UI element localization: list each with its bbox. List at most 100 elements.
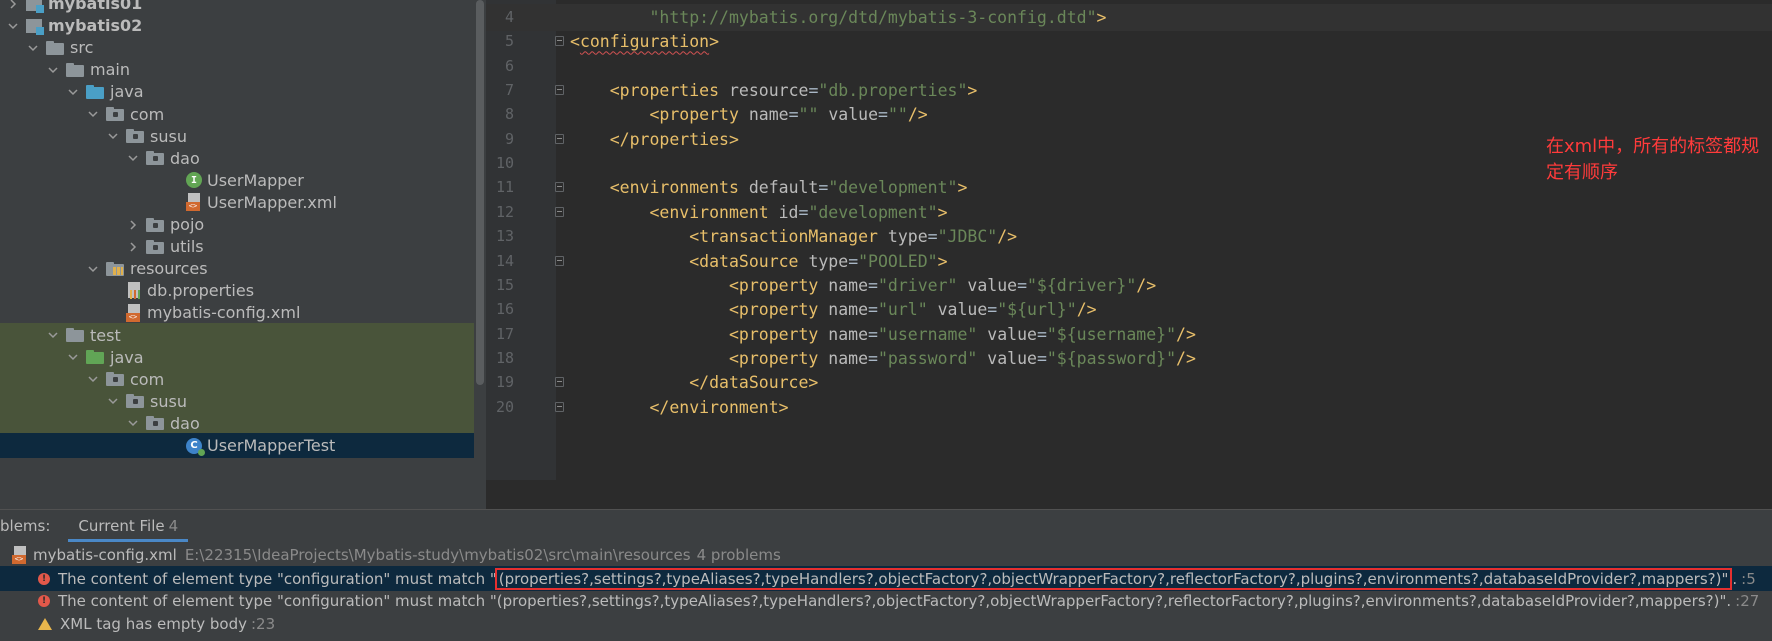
problem-location: :23 (250, 614, 276, 633)
code-token-tag: </properties> (609, 129, 739, 149)
chevron-down-icon[interactable] (46, 63, 60, 77)
folder-icon (66, 328, 84, 342)
line-number: 5 (504, 32, 514, 51)
code-line[interactable]: 15 <property name="driver" value="${driv… (486, 272, 1772, 299)
module-icon (26, 18, 44, 35)
code-token-val: "password" (877, 348, 988, 368)
code-line[interactable]: 4 "http://mybatis.org/dtd/mybatis-3-conf… (486, 4, 1772, 31)
code-token-attr: value (987, 324, 1037, 344)
code-line[interactable]: 20 </environment> (486, 394, 1772, 421)
code-text: <property name="username" value="${usern… (570, 321, 1196, 348)
code-token-val: "${username}" (1046, 324, 1177, 344)
code-text: <environment id="development"> (570, 199, 947, 226)
code-token-attr: value (987, 348, 1037, 368)
source-folder-icon (86, 84, 104, 99)
tab-current-file[interactable]: Current File 4 (68, 510, 188, 542)
code-token-plain: = (868, 348, 878, 368)
code-line[interactable]: 10 (486, 150, 1772, 177)
code-token-tag: /> (1176, 324, 1196, 344)
code-text: </dataSource> (570, 369, 818, 396)
problem-row[interactable]: XML tag has empty body:23 (0, 611, 1772, 636)
problem-message-suffix: . (1726, 592, 1732, 610)
code-line[interactable]: 14 <dataSource type="POOLED"> (486, 248, 1772, 275)
code-line[interactable]: 7 <properties resource="db.properties"> (486, 77, 1772, 104)
problem-row[interactable]: ! The content of element type "configurat… (0, 589, 1772, 614)
line-number: 16 (495, 300, 514, 319)
chevron-right-icon[interactable] (126, 240, 140, 254)
chevron-down-icon[interactable] (126, 151, 140, 165)
chevron-down-icon[interactable] (86, 107, 100, 121)
fold-marker-icon[interactable] (555, 85, 564, 96)
code-line[interactable]: 11 <environments default="development"> (486, 174, 1772, 201)
code-token-val: "username" (877, 324, 988, 344)
tree-scrollbar[interactable] (474, 0, 486, 509)
fold-marker-icon[interactable] (555, 206, 564, 217)
package-icon (126, 129, 144, 144)
code-token-val: "http://mybatis.org/dtd/mybatis-3-config… (649, 8, 1097, 27)
tree-item-label: utils (170, 237, 204, 257)
code-line[interactable]: 13 <transactionManager type="JDBC"/> (486, 223, 1772, 250)
chevron-down-icon[interactable] (86, 262, 100, 276)
chevron-down-icon[interactable] (66, 85, 80, 99)
problems-file-row[interactable]: mybatis-config.xml E:\22315\IdeaProjects… (0, 542, 1772, 567)
code-token-attr: name (828, 300, 869, 320)
code-token-tag: /> (997, 227, 1018, 247)
code-line[interactable]: 19 </dataSource> (486, 369, 1772, 396)
code-text: </environment> (570, 394, 788, 421)
code-line[interactable]: 9 </properties> (486, 126, 1772, 153)
problems-title: blems: (0, 517, 51, 535)
chevron-right-icon[interactable] (126, 218, 140, 232)
xml-file-icon (186, 193, 202, 212)
code-line[interactable]: 5 <configuration> (486, 28, 1772, 55)
code-line[interactable]: 6 (486, 53, 1772, 80)
code-token-plain: = (868, 324, 878, 344)
tree-item-usermappertest[interactable]: C UserMapperTest (0, 433, 474, 458)
code-token-attr: value (967, 275, 1018, 295)
line-number: 6 (504, 56, 514, 75)
code-token-tag: <environments (609, 178, 749, 198)
fold-marker-icon[interactable] (555, 133, 564, 144)
tree-item-label: pojo (170, 215, 205, 234)
code-line[interactable]: 18 <property name="password" value="${pa… (486, 345, 1772, 372)
chevron-down-icon[interactable] (26, 41, 40, 55)
fold-marker-icon[interactable] (555, 377, 564, 388)
package-icon (146, 239, 164, 254)
code-token-tag: /> (1176, 348, 1196, 368)
problems-file-name: mybatis-config.xml (33, 545, 177, 564)
chevron-down-icon[interactable] (46, 328, 60, 342)
code-line[interactable]: 17 <property name="username" value="${us… (486, 321, 1772, 348)
tree-item-label: com (130, 369, 165, 389)
chevron-down-icon[interactable] (6, 19, 20, 33)
chevron-down-icon[interactable] (66, 350, 80, 364)
line-number: 18 (495, 348, 514, 367)
fold-marker-icon[interactable] (555, 255, 564, 266)
code-line[interactable]: 12 <environment id="development"> (486, 199, 1772, 226)
tree-scrollbar-thumb[interactable] (476, 0, 484, 385)
tree-item-label: test (90, 325, 121, 345)
chevron-down-icon[interactable] (106, 129, 120, 143)
line-number: 12 (495, 202, 514, 221)
code-token-attr: name (748, 105, 789, 125)
code-token-val: "${password}" (1046, 348, 1177, 368)
code-line[interactable]: 16 <property name="url" value="${url}"/> (486, 296, 1772, 323)
problem-row[interactable]: ! The content of element type "configurat… (0, 566, 1772, 591)
code-line[interactable]: 8 <property name="" value=""/> (486, 101, 1772, 128)
line-number: 11 (495, 178, 514, 197)
fold-marker-icon[interactable] (555, 401, 564, 412)
code-token-val: "driver" (877, 275, 968, 295)
chevron-right-icon[interactable] (6, 0, 20, 11)
chevron-down-icon[interactable] (106, 394, 120, 408)
problems-file-path: E:\22315\IdeaProjects\Mybatis-study\myba… (184, 545, 691, 564)
chevron-down-icon[interactable] (86, 372, 100, 386)
chevron-down-icon[interactable] (126, 416, 140, 430)
code-token-tag: > (957, 178, 968, 198)
fold-marker-icon[interactable] (555, 36, 564, 47)
code-token-val: "" (798, 105, 829, 125)
tree-item-label: dao (170, 413, 200, 433)
code-editor[interactable]: 在xml中，所有的标签都规定有顺序 4 "http://mybatis.org/… (486, 0, 1772, 480)
fold-marker-icon[interactable] (555, 182, 564, 193)
